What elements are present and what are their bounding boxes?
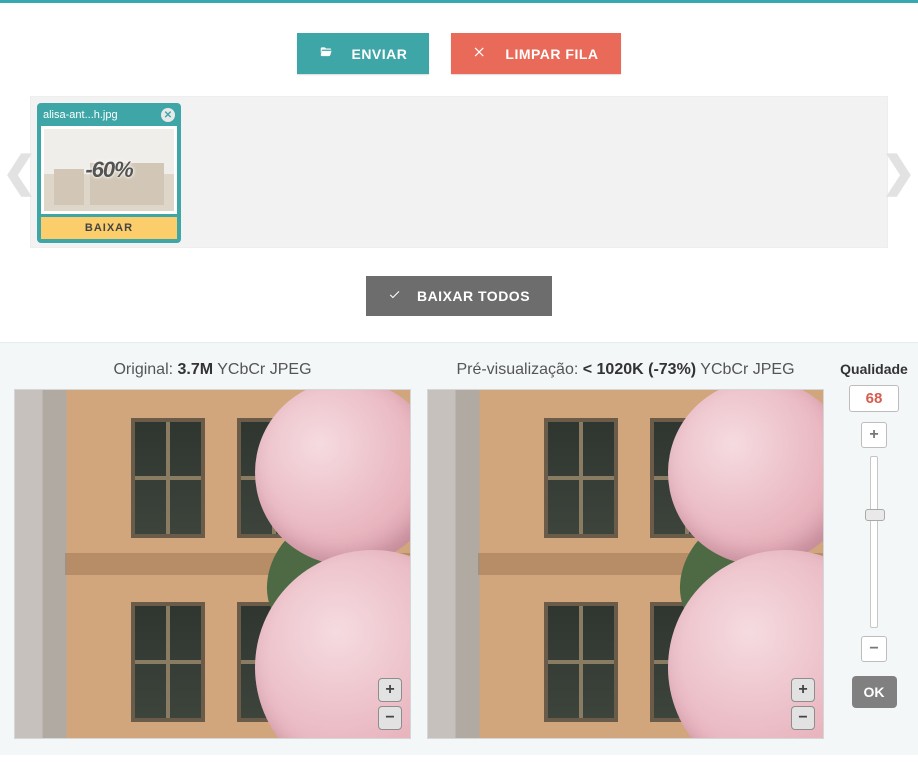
quality-decrease-button[interactable]: − (861, 636, 887, 662)
original-pane: Original: 3.7M YCbCr JPEG + − (14, 361, 411, 739)
preview-format: JPEG (753, 361, 795, 378)
header-buttons: ENVIAR LIMPAR FILA (0, 3, 918, 96)
close-icon (473, 45, 487, 62)
original-size: 3.7M (178, 361, 214, 378)
quality-input[interactable] (849, 385, 899, 412)
file-strip-container: ❮ alisa-ant...h.jpg ✕ -60% BAIXAR ❯ (0, 96, 918, 248)
quality-ok-button[interactable]: OK (852, 676, 897, 708)
original-colorspace: YCbCr (217, 361, 265, 378)
original-image[interactable]: + − (14, 389, 411, 739)
reduction-badge: -60% (44, 129, 174, 211)
zoom-out-button[interactable]: − (791, 706, 815, 730)
preview-prefix: Pré-visualização: (456, 361, 582, 378)
clear-queue-button-label: LIMPAR FILA (505, 46, 598, 62)
file-card[interactable]: alisa-ant...h.jpg ✕ -60% BAIXAR (37, 103, 181, 243)
file-strip: alisa-ant...h.jpg ✕ -60% BAIXAR (30, 96, 888, 248)
remove-file-icon[interactable]: ✕ (161, 108, 175, 122)
original-prefix: Original: (113, 361, 177, 378)
preview-pane: Pré-visualização: < 1020K (-73%) YCbCr J… (427, 361, 824, 739)
preview-image[interactable]: + − (427, 389, 824, 739)
preview-area: Original: 3.7M YCbCr JPEG + − Pré-visual… (0, 342, 918, 755)
check-icon (388, 288, 401, 304)
file-card-header: alisa-ant...h.jpg ✕ (41, 107, 177, 126)
chevron-right-icon[interactable]: ❯ (881, 151, 916, 193)
preview-size: < 1020K (-73%) (583, 361, 696, 378)
original-label: Original: 3.7M YCbCr JPEG (14, 361, 411, 379)
quality-panel: Qualidade + − OK (840, 361, 908, 708)
download-all-label: BAIXAR TODOS (417, 288, 530, 304)
upload-button[interactable]: ENVIAR (297, 33, 429, 74)
file-thumbnail: -60% (41, 126, 177, 214)
clear-queue-button[interactable]: LIMPAR FILA (451, 33, 620, 74)
zoom-out-button[interactable]: − (378, 706, 402, 730)
quality-label: Qualidade (840, 361, 908, 377)
zoom-in-button[interactable]: + (378, 678, 402, 702)
upload-button-label: ENVIAR (351, 46, 407, 62)
original-format: JPEG (270, 361, 312, 378)
preview-label: Pré-visualização: < 1020K (-73%) YCbCr J… (427, 361, 824, 379)
folder-open-icon (319, 45, 333, 62)
quality-increase-button[interactable]: + (861, 422, 887, 448)
preview-colorspace: YCbCr (700, 361, 748, 378)
zoom-controls-original: + − (378, 678, 402, 730)
chevron-left-icon[interactable]: ❮ (2, 151, 37, 193)
download-file-button[interactable]: BAIXAR (41, 217, 177, 239)
zoom-controls-preview: + − (791, 678, 815, 730)
quality-slider-thumb[interactable] (865, 509, 885, 521)
download-all-button[interactable]: BAIXAR TODOS (366, 276, 552, 316)
quality-slider[interactable] (870, 456, 878, 628)
zoom-in-button[interactable]: + (791, 678, 815, 702)
file-name: alisa-ant...h.jpg (43, 109, 118, 121)
